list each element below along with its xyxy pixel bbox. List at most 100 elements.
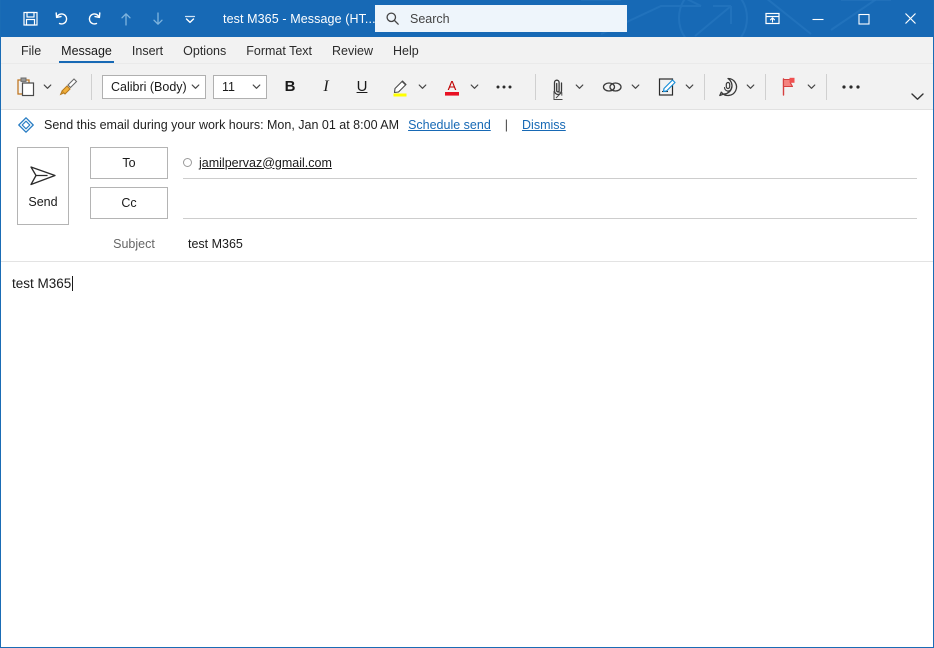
maximize-button[interactable]: [841, 0, 887, 37]
recipient-fields: To jamilpervaz@gmail.com Cc: [69, 147, 933, 227]
dictate-icon: [719, 77, 738, 96]
subject-row: Subject test M365: [1, 227, 933, 261]
ellipsis-icon: [496, 85, 512, 88]
signature-caret[interactable]: [682, 70, 696, 104]
follow-up-flag-button[interactable]: [774, 70, 804, 104]
window-title: test M365 - Message (HT...: [223, 11, 376, 26]
underline-button[interactable]: U: [349, 70, 375, 104]
save-icon[interactable]: [15, 4, 45, 34]
tab-review[interactable]: Review: [322, 44, 383, 63]
format-painter-icon: [59, 78, 78, 96]
dialog-launcher-icon: [553, 91, 563, 100]
message-body-text: test M365: [12, 276, 72, 291]
close-button[interactable]: [887, 0, 933, 37]
bold-label: B: [284, 78, 296, 95]
dictate-button[interactable]: [713, 70, 743, 104]
send-cell: Send: [1, 147, 69, 227]
customize-qat-icon[interactable]: [175, 4, 205, 34]
tab-message[interactable]: Message: [51, 44, 122, 63]
tab-options[interactable]: Options: [173, 44, 236, 63]
schedule-send-link[interactable]: Schedule send: [408, 118, 491, 132]
minimize-button[interactable]: [795, 0, 841, 37]
chevron-down-icon: [631, 84, 639, 89]
toolbar-separator: [826, 73, 827, 100]
cc-input[interactable]: [183, 187, 917, 219]
highlight-color-caret[interactable]: [415, 70, 429, 104]
toolbar-separator: [704, 73, 705, 100]
window-controls: [749, 0, 933, 37]
ellipsis-icon: [842, 84, 860, 89]
schedule-send-infobar: Send this email during your work hours: …: [1, 110, 933, 139]
cc-button[interactable]: Cc: [90, 187, 168, 219]
text-cursor: [72, 276, 74, 291]
chevron-down-icon: [252, 84, 261, 89]
message-body-editor[interactable]: test M365: [1, 262, 933, 647]
down-arrow-icon[interactable]: [143, 4, 173, 34]
chevron-down-icon: [418, 84, 426, 89]
font-dialog-launcher[interactable]: [553, 88, 564, 106]
to-recipient-chip[interactable]: jamilpervaz@gmail.com: [199, 156, 332, 170]
dictate-caret[interactable]: [743, 70, 757, 104]
link-button[interactable]: [596, 70, 628, 104]
svg-text:A: A: [448, 78, 457, 93]
tab-help[interactable]: Help: [383, 44, 429, 63]
subject-input[interactable]: test M365: [188, 237, 917, 251]
dismiss-link[interactable]: Dismiss: [522, 118, 566, 132]
italic-button[interactable]: I: [313, 70, 339, 104]
ribbon-tabstrip: File Message Insert Options Format Text …: [1, 37, 933, 64]
attach-file-caret[interactable]: [572, 70, 586, 104]
font-color-icon: A: [445, 78, 459, 96]
infobar-divider: |: [504, 117, 509, 132]
compose-header-row: Send To jamilpervaz@gmail.com Cc: [1, 147, 933, 227]
up-arrow-icon[interactable]: [111, 4, 141, 34]
text-highlight-button[interactable]: [385, 70, 415, 104]
more-font-options-button[interactable]: [489, 70, 519, 104]
paste-options-caret[interactable]: [40, 70, 54, 104]
italic-label: I: [323, 77, 329, 95]
font-size-combo[interactable]: 11: [213, 74, 267, 99]
quick-access-toolbar: [1, 4, 205, 34]
flag-icon: [782, 77, 795, 96]
signature-icon: [658, 77, 676, 96]
paste-icon: [17, 77, 35, 97]
send-button[interactable]: Send: [17, 147, 69, 225]
toolbar-separator: [535, 73, 536, 100]
format-painter-button[interactable]: [54, 70, 83, 104]
collapse-ribbon-button[interactable]: [910, 89, 925, 107]
ribbon-toolbar: Calibri (Body) 11 B I U A: [1, 64, 933, 110]
tab-format-text[interactable]: Format Text: [236, 44, 322, 63]
follow-up-caret[interactable]: [804, 70, 818, 104]
paste-button[interactable]: [11, 70, 40, 104]
presence-indicator-icon: [183, 158, 192, 167]
to-input[interactable]: jamilpervaz@gmail.com: [183, 147, 917, 179]
cc-row: Cc: [90, 187, 933, 227]
font-color-caret[interactable]: [467, 70, 481, 104]
to-button[interactable]: To: [90, 147, 168, 179]
toolbar-separator: [765, 73, 766, 100]
font-name-value: Calibri (Body): [111, 79, 187, 94]
tab-insert[interactable]: Insert: [122, 44, 173, 63]
font-name-combo[interactable]: Calibri (Body): [102, 74, 206, 99]
chevron-down-icon: [911, 93, 924, 100]
font-color-button[interactable]: A: [437, 70, 467, 104]
underline-label: U: [356, 78, 368, 95]
search-input[interactable]: Search: [375, 5, 627, 32]
chevron-down-icon: [191, 84, 200, 89]
send-button-label: Send: [28, 194, 58, 209]
more-commands-button[interactable]: [835, 70, 867, 104]
signature-button[interactable]: [652, 70, 682, 104]
tab-file[interactable]: File: [11, 44, 51, 63]
chevron-down-icon: [807, 84, 815, 89]
bold-button[interactable]: B: [277, 70, 303, 104]
title-bar: test M365 - Message (HT... Search: [1, 0, 933, 37]
highlighter-icon: [393, 79, 407, 96]
undo-icon[interactable]: [47, 4, 77, 34]
schedule-send-icon: [18, 116, 34, 133]
link-caret[interactable]: [628, 70, 642, 104]
redo-icon[interactable]: [79, 4, 109, 34]
chevron-down-icon: [746, 84, 754, 89]
compose-header: Send To jamilpervaz@gmail.com Cc Subject…: [1, 139, 933, 262]
subject-label: Subject: [113, 237, 155, 251]
font-size-value: 11: [222, 79, 235, 94]
ribbon-display-options-button[interactable]: [749, 0, 795, 37]
